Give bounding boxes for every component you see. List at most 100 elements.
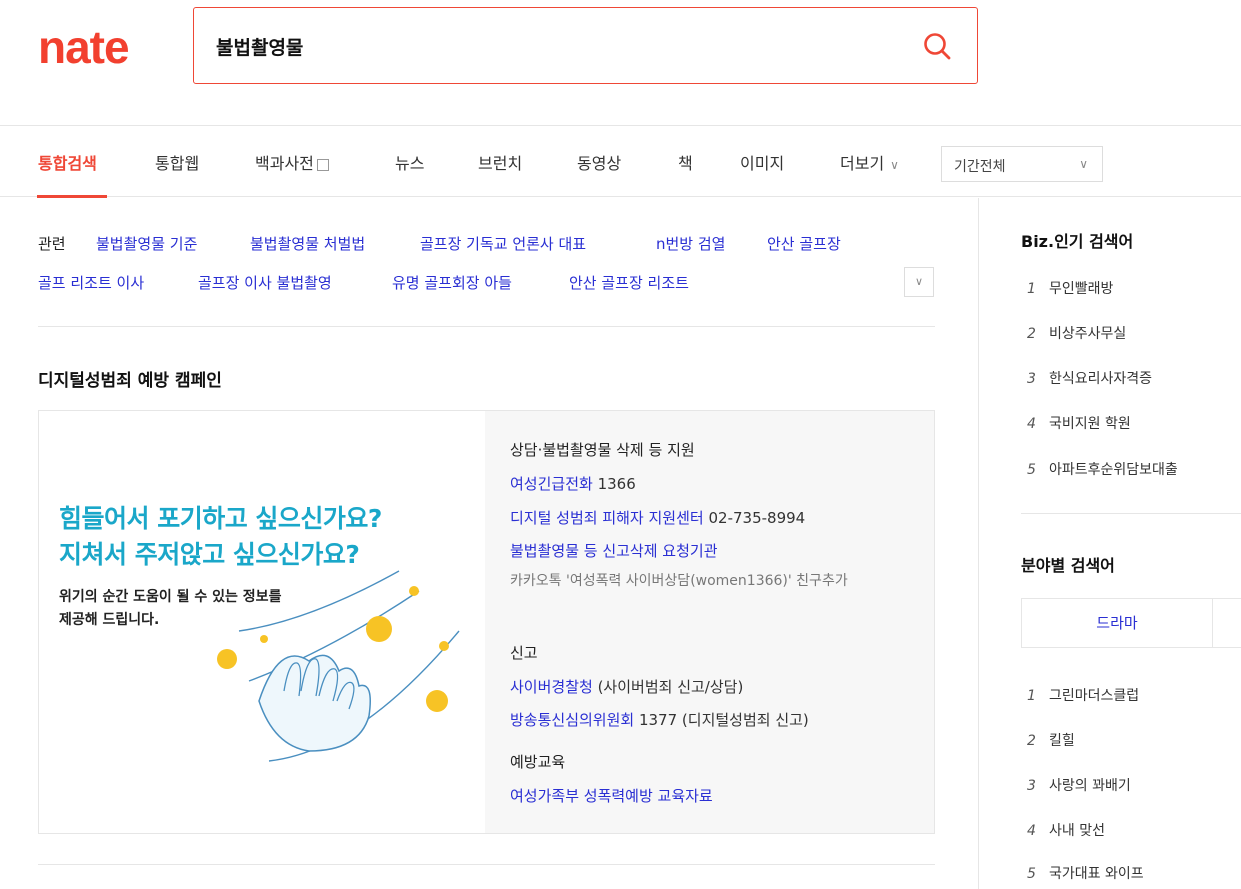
kocsc-line: 방송통신심의위원회 1377 (디지털성범죄 신고)	[510, 709, 809, 730]
divider	[1021, 513, 1241, 514]
rank-text: 사랑의 꽈배기	[1049, 778, 1131, 794]
education-line: 여성가족부 성폭력예방 교육자료	[510, 785, 713, 806]
field-rank-item[interactable]: 5 국가대표 와이프	[1027, 863, 1144, 883]
chevron-down-icon: ∨	[1079, 157, 1088, 171]
tab-video[interactable]: 동영상	[577, 150, 621, 174]
period-select-value: 기간전체	[954, 159, 1006, 175]
biz-rank-item[interactable]: 5 아파트후순위담보대출	[1027, 459, 1178, 479]
search-button[interactable]	[921, 30, 955, 64]
police-link[interactable]: 사이버경찰청	[510, 678, 593, 696]
rank-text: 국비지원 학원	[1049, 416, 1131, 432]
campaign-info: 상담·불법촬영물 삭제 등 지원 여성긴급전화 1366 디지털 성범죄 피해자…	[485, 411, 934, 833]
tab-more-label: 더보기	[840, 154, 885, 173]
rank-number: 3	[1027, 778, 1036, 794]
rank-number: 2	[1027, 733, 1036, 749]
hotline-link[interactable]: 여성긴급전화	[510, 475, 593, 493]
kakao-text: 카카오톡 '여성폭력 사이버상담(women1366)' 친구추가	[510, 573, 848, 589]
education-link[interactable]: 여성가족부 성폭력예방 교육자료	[510, 787, 713, 805]
search-input[interactable]	[216, 28, 896, 64]
rank-text: 한식요리사자격증	[1049, 371, 1153, 387]
campaign-title: 디지털성범죄 예방 캠페인	[38, 371, 222, 391]
tab-drama[interactable]: 드라마	[1021, 598, 1213, 648]
rank-text: 비상주사무실	[1049, 326, 1127, 342]
rank-text: 국가대표 와이프	[1049, 866, 1144, 882]
campaign-headline-1: 힘들어서 포기하고 싶으신가요?	[59, 504, 382, 533]
chevron-down-icon: ∨	[914, 275, 924, 288]
field-keywords-title: 분야별 검색어	[1021, 556, 1115, 575]
tab-image[interactable]: 이미지	[740, 150, 784, 174]
tab-brunch[interactable]: 브런치	[478, 150, 522, 174]
biz-rank-item[interactable]: 2 비상주사무실	[1027, 323, 1126, 343]
related-link[interactable]: 골프장 이사 불법촬영	[198, 272, 332, 293]
field-rank-item[interactable]: 3 사랑의 꽈배기	[1027, 775, 1131, 795]
center-line: 디지털 성범죄 피해자 지원센터 02-735-8994	[510, 507, 805, 528]
search-box	[193, 7, 978, 84]
active-tab-indicator	[37, 195, 107, 198]
related-link[interactable]: 불법촬영물 처벌법	[250, 233, 365, 254]
tab-more[interactable]: 더보기 ∨	[840, 150, 899, 174]
education-heading: 예방교육	[510, 753, 566, 771]
biz-rank-item[interactable]: 1 무인빨래방	[1027, 278, 1113, 298]
rank-number: 1	[1027, 281, 1036, 297]
rank-text: 무인빨래방	[1049, 281, 1114, 297]
tab-integrated[interactable]: 통합검색	[38, 150, 97, 174]
rank-number: 1	[1027, 688, 1036, 704]
report-heading: 신고	[510, 644, 538, 662]
support-center-link[interactable]: 디지털 성범죄 피해자 지원센터	[510, 509, 704, 527]
related-link[interactable]: 골프 리조트 이사	[38, 272, 144, 293]
campaign-subline-2: 제공해 드립니다.	[59, 612, 160, 628]
kocsc-desc: 1377 (디지털성범죄 신고)	[634, 711, 809, 729]
rank-text: 아파트후순위담보대출	[1049, 462, 1178, 478]
tab-web[interactable]: 통합웹	[155, 150, 199, 174]
police-line: 사이버경찰청 (사이버범죄 신고/상담)	[510, 676, 743, 697]
related-link[interactable]: 안산 골프장 리조트	[569, 272, 689, 293]
search-icon	[924, 33, 951, 60]
rank-number: 3	[1027, 371, 1036, 387]
kocsc-link[interactable]: 방송통신심의위원회	[510, 711, 634, 729]
related-link[interactable]: n번방 검열	[656, 233, 725, 254]
biz-rank-item[interactable]: 4 국비지원 학원	[1027, 413, 1131, 433]
chevron-down-icon: ∨	[890, 158, 899, 172]
rank-text: 그린마더스클럽	[1049, 688, 1140, 704]
hotline-number: 1366	[592, 475, 636, 493]
support-center-number: 02-735-8994	[703, 509, 806, 527]
field-rank-item[interactable]: 4 사내 맞선	[1027, 820, 1105, 840]
rank-number: 2	[1027, 326, 1036, 342]
related-expand-button[interactable]: ∨	[904, 267, 934, 297]
rank-number: 5	[1027, 866, 1036, 882]
right-sidebar: Biz.인기 검색어 1 무인빨래방 2 비상주사무실 3 한식요리사자격증 4 국비지…	[978, 198, 1241, 889]
biz-popular-title: Biz.인기 검색어	[1021, 232, 1134, 251]
related-link[interactable]: 불법촬영물 기준	[96, 233, 197, 254]
related-link[interactable]: 유명 골프회장 아들	[392, 272, 512, 293]
rank-number: 4	[1027, 416, 1036, 432]
helping-hands-illustration	[217, 570, 460, 762]
related-label: 관련	[38, 235, 66, 253]
period-select[interactable]: 기간전체 ∨	[941, 146, 1103, 182]
checkbox-icon	[316, 158, 329, 171]
tab-encyclopedia-label: 백과사전	[255, 154, 314, 173]
report-org-line: 불법촬영물 등 신고삭제 요청기관	[510, 540, 718, 561]
rank-text: 사내 맞선	[1049, 823, 1105, 839]
search-tabs: 통합검색 통합웹 백과사전 뉴스 브런치 동영상 책 이미지 더보기 ∨ 기간전체…	[0, 125, 1241, 198]
report-org-link[interactable]: 불법촬영물 등 신고삭제 요청기관	[510, 542, 718, 560]
tab-next-category[interactable]	[1212, 598, 1241, 648]
police-desc: (사이버범죄 신고/상담)	[592, 678, 744, 696]
field-rank-item[interactable]: 2 킬힐	[1027, 730, 1075, 750]
biz-rank-item[interactable]: 3 한식요리사자격증	[1027, 368, 1152, 388]
rank-text: 킬힐	[1049, 733, 1075, 749]
rank-number: 5	[1027, 462, 1036, 478]
hotline-line: 여성긴급전화 1366	[510, 473, 636, 494]
tab-book[interactable]: 책	[678, 150, 693, 174]
related-link[interactable]: 안산 골프장	[767, 233, 841, 254]
tab-encyclopedia[interactable]: 백과사전	[255, 150, 329, 174]
related-link[interactable]: 골프장 기독교 언론사 대표	[420, 233, 586, 254]
campaign-banner[interactable]: 힘들어서 포기하고 싶으신가요? 지쳐서 주저앉고 싶으신가요? 위기의 순간 …	[39, 411, 485, 833]
support-heading: 상담·불법촬영물 삭제 등 지원	[510, 441, 695, 459]
tab-news[interactable]: 뉴스	[395, 150, 424, 174]
rank-number: 4	[1027, 823, 1036, 839]
divider	[38, 864, 935, 865]
nate-logo[interactable]: nate	[38, 20, 130, 74]
campaign-card: 힘들어서 포기하고 싶으신가요? 지쳐서 주저앉고 싶으신가요? 위기의 순간 …	[38, 410, 935, 834]
field-rank-item[interactable]: 1 그린마더스클럽	[1027, 685, 1139, 705]
divider	[38, 326, 935, 327]
